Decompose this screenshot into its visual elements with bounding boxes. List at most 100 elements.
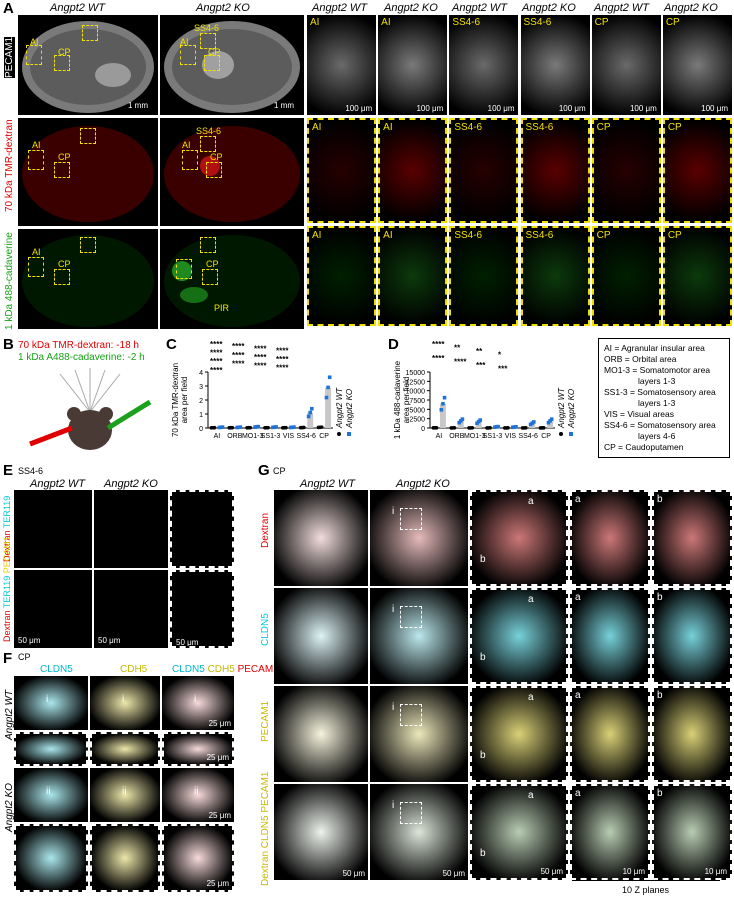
zoom-tile-region-label: CP xyxy=(665,17,680,28)
data-point xyxy=(524,426,528,430)
data-point xyxy=(310,406,314,411)
scale-50um: 50 μm xyxy=(176,638,199,647)
brain-ko-pecam1-image xyxy=(164,21,300,113)
region-ai-label: AI xyxy=(180,37,189,47)
panel-a-header-1: Angpt2 WT xyxy=(50,2,106,14)
panel-a-label: A xyxy=(3,0,14,17)
f-tile: ii xyxy=(14,768,88,822)
g-tile: i 50 μm xyxy=(370,784,468,880)
g-tile: a b 50 μm xyxy=(470,784,568,880)
y-tick-label: 0 xyxy=(199,426,203,433)
abbreviation-legend: AI = Agranular insular area ORB = Orbital… xyxy=(598,338,730,458)
f-tile: ii 25 μm xyxy=(162,768,234,822)
legend-label: Angpt2 KO xyxy=(345,389,354,429)
label-pecam1: PECAM1 xyxy=(2,536,12,574)
region-cp-label: CP xyxy=(206,259,219,269)
g-inset-label: a xyxy=(528,790,534,801)
y-tick-label: 7500 xyxy=(409,398,425,405)
g-tile xyxy=(274,686,368,782)
abbreviation-item: MO1-3 = Somatomotor area xyxy=(604,365,711,375)
panel-g-row-merge: Dextran CLDN5 PECAM1 xyxy=(260,771,271,886)
panel-b-dextran-line: 70 kDa TMR-dextran: -18 h xyxy=(18,340,139,351)
region-cp-label: CP xyxy=(210,152,223,162)
zoom-tile-region-label: SS4-6 xyxy=(525,122,554,133)
x-tick-label: ORB xyxy=(227,433,243,440)
significance-label: ** xyxy=(454,344,461,353)
scale-100um: 100 μm xyxy=(345,104,373,113)
panel-f-label: F xyxy=(3,650,13,667)
panel-b-label: B xyxy=(3,336,14,353)
g-tile: a xyxy=(570,686,650,782)
zoom-tile-region-label: SS4-6 xyxy=(452,17,481,28)
scale-50um: 50 μm xyxy=(18,636,41,645)
mean-bar xyxy=(325,387,332,428)
row-label-pecam1: PECAM1 xyxy=(4,36,15,78)
zoom-tile: CP xyxy=(591,226,661,326)
significance-label: **** xyxy=(254,362,267,371)
significance-label: **** xyxy=(276,364,289,373)
scale-1mm: 1 mm xyxy=(274,101,294,110)
abbreviation-list: AI = Agranular insular area ORB = Orbital… xyxy=(604,343,724,453)
scale-25um: 25 μm xyxy=(208,719,231,728)
y-tick-label: 2500 xyxy=(409,417,425,424)
e-wt-merge: 50 μm xyxy=(14,570,92,648)
scale-50um: 50 μm xyxy=(342,869,365,878)
significance-label: ** xyxy=(476,347,483,356)
f-tile xyxy=(90,732,160,766)
zoom-tile-region-label: CP xyxy=(667,122,682,133)
data-point xyxy=(292,425,296,429)
f-tile: i 25 μm xyxy=(162,676,234,730)
zoom-tile-region-label: AI xyxy=(381,17,391,28)
significance-label: **** xyxy=(454,358,467,367)
panel-f-header-merge: CLDN5 CDH5 PECAM1 xyxy=(172,664,279,675)
zoom-tile-region-label: SS4-6 xyxy=(525,230,554,241)
f-inset-label: i xyxy=(46,694,49,705)
f-tile: ii xyxy=(90,768,160,822)
legend-marker xyxy=(569,432,573,436)
zoom-tile-region-label: SS4-6 xyxy=(523,17,552,28)
panel-f-region: CP xyxy=(18,652,31,662)
data-point xyxy=(434,425,439,430)
data-point xyxy=(460,417,465,421)
zoom-tile: CP 100 μm xyxy=(662,15,732,115)
g-inset-label: a xyxy=(575,494,581,505)
f-inset-label: i xyxy=(122,694,125,705)
x-tick-label: SS4-6 xyxy=(296,433,316,440)
legend-marker xyxy=(337,432,341,436)
f-tile: i xyxy=(90,676,160,730)
g-tile: i xyxy=(370,588,468,684)
x-tick-label: ORB xyxy=(449,433,465,440)
zoom-tile-region-label: AI xyxy=(383,230,393,241)
panel-g-header-ko: Angpt2 KO xyxy=(396,478,450,490)
g-tile xyxy=(274,588,368,684)
label-dextran: Dextran xyxy=(2,610,12,642)
x-tick-label: AI xyxy=(436,433,443,440)
region-ai-label: AI xyxy=(30,37,39,47)
data-point xyxy=(248,425,253,430)
panel-f-grid: i i i 25 μm 25 μm ii ii ii 25 μm 25 μm xyxy=(14,676,234,892)
g-inset-label: b xyxy=(480,848,486,859)
panel-e-row2-label: Dextran TER119 PECAM1 xyxy=(2,536,12,642)
z-planes-bracket xyxy=(572,880,720,881)
region-cp-label: CP xyxy=(58,152,71,162)
x-tick-label: SS1-3 xyxy=(483,433,503,440)
g-tile: i xyxy=(370,686,468,782)
g-inset-label: a xyxy=(528,496,534,507)
e-wt-dextran-ter119 xyxy=(14,490,92,568)
g-inset-label: i xyxy=(392,604,395,615)
panel-g-row-dextran: Dextran xyxy=(260,512,271,548)
g-tile: b 10 μm xyxy=(652,784,732,880)
g-inset-label: b xyxy=(480,554,486,565)
panel-a-header-5: Angpt2 WT xyxy=(452,2,508,14)
g-inset-label: a xyxy=(575,788,581,799)
y-tick-label: 15000 xyxy=(406,370,426,377)
zoom-tile-region-label: SS4-6 xyxy=(454,122,483,133)
data-point xyxy=(230,425,235,430)
legend-label: Angpt2 WT xyxy=(557,387,566,429)
g-tile: ab xyxy=(470,686,568,782)
scale-100um: 100 μm xyxy=(701,104,728,113)
legend-label: Angpt2 WT xyxy=(335,387,344,429)
f-tile: 25 μm xyxy=(162,824,234,892)
brain-ko-dextran: SS4-6 AI CP xyxy=(160,118,304,226)
zoom-tile: SS4-6 100 μm xyxy=(520,15,590,115)
